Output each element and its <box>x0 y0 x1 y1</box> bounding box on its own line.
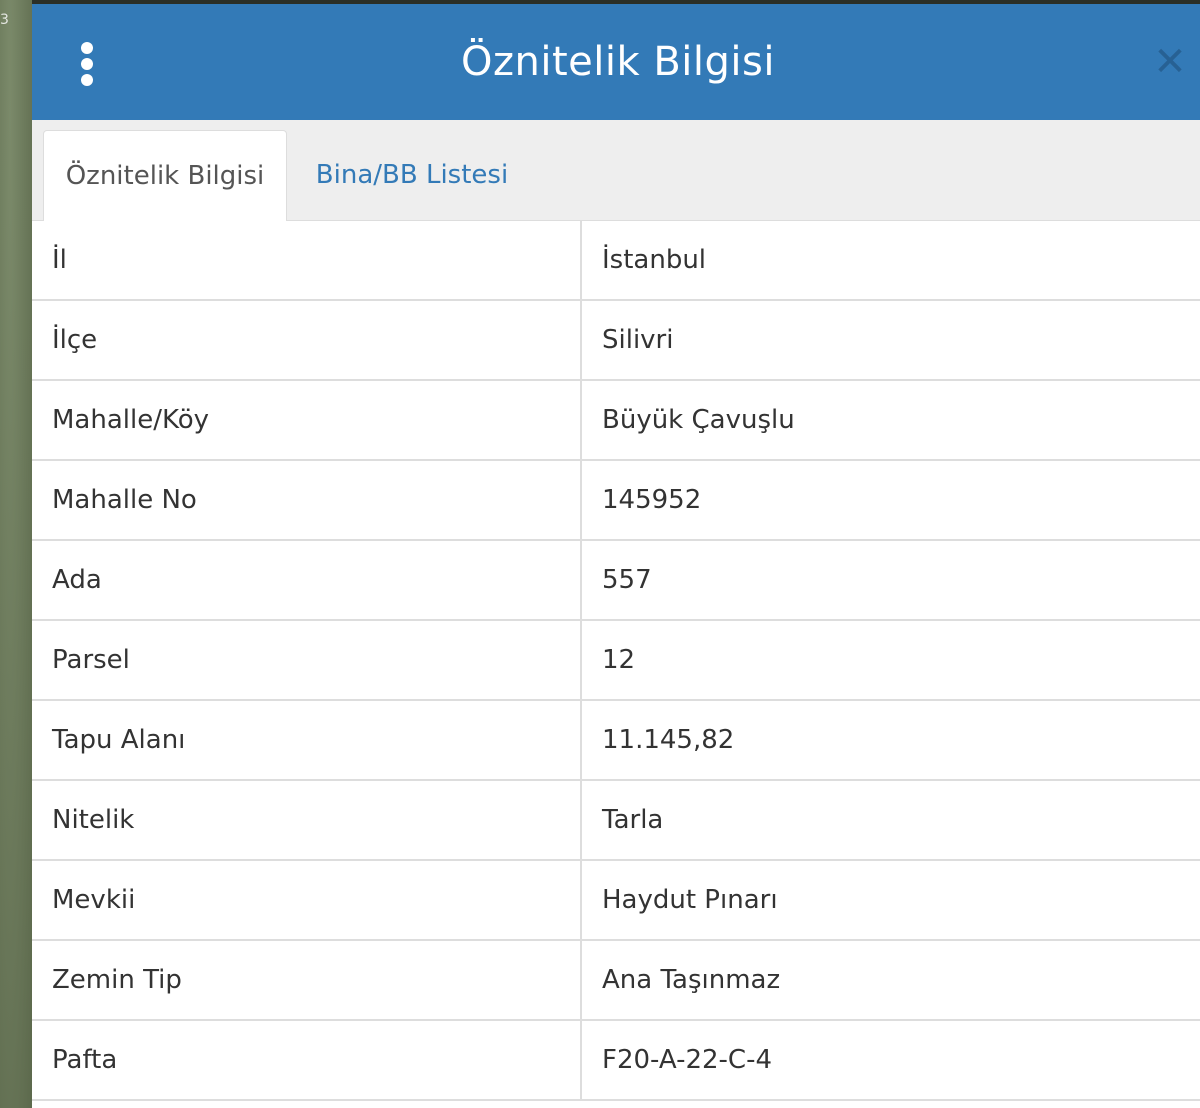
map-background[interactable]: 3 <box>0 0 32 1108</box>
attribute-label: İlçe <box>32 300 582 381</box>
attribute-label: Mahalle/Köy <box>32 380 582 461</box>
attribute-label: Zemin Tip <box>32 940 582 1021</box>
tab-bar: Öznitelik Bilgisi Bina/BB Listesi <box>32 120 1200 221</box>
tab-attribute-info[interactable]: Öznitelik Bilgisi <box>43 130 287 221</box>
menu-dot <box>81 58 93 70</box>
menu-dot <box>81 74 93 86</box>
attribute-value: 11.145,82 <box>581 700 1200 781</box>
table-row: Ada 557 <box>32 540 1200 621</box>
attribute-label: Tapu Alanı <box>32 700 582 781</box>
attribute-value: 145952 <box>581 460 1200 541</box>
table-row: İlçe Silivri <box>32 300 1200 381</box>
attribute-label: Nitelik <box>32 780 582 861</box>
attribute-value: Büyük Çavuşlu <box>581 380 1200 461</box>
attribute-value: 557 <box>581 540 1200 621</box>
table-row: Zemin Tip Ana Taşınmaz <box>32 940 1200 1021</box>
table-row: İl İstanbul <box>32 221 1200 301</box>
tab-building-list[interactable]: Bina/BB Listesi <box>302 130 522 220</box>
panel-title: Öznitelik Bilgisi <box>461 39 775 85</box>
menu-dot <box>81 42 93 54</box>
table-row: Parsel 12 <box>32 620 1200 701</box>
table-row: Mahalle No 145952 <box>32 460 1200 541</box>
panel-header: Öznitelik Bilgisi ✕ <box>32 4 1200 120</box>
table-row: Mevkii Haydut Pınarı <box>32 860 1200 941</box>
table-row: Nitelik Tarla <box>32 780 1200 861</box>
attribute-label: Mahalle No <box>32 460 582 541</box>
attribute-value: Silivri <box>581 300 1200 381</box>
attribute-value: 12 <box>581 620 1200 701</box>
attribute-value: Ana Taşınmaz <box>581 940 1200 1021</box>
attribute-label: Pafta <box>32 1020 582 1101</box>
attribute-value: Tarla <box>581 780 1200 861</box>
table-row: Mahalle/Köy Büyük Çavuşlu <box>32 380 1200 461</box>
close-icon[interactable]: ✕ <box>1152 42 1188 82</box>
kebab-menu-icon[interactable] <box>80 42 94 86</box>
attribute-label: Ada <box>32 540 582 621</box>
table-row: Pafta F20-A-22-C-4 <box>32 1020 1200 1101</box>
attribute-label: Mevkii <box>32 860 582 941</box>
attribute-value: F20-A-22-C-4 <box>581 1020 1200 1101</box>
attribute-value: Haydut Pınarı <box>581 860 1200 941</box>
attribute-label: İl <box>32 221 582 301</box>
attribute-table: İl İstanbul İlçe Silivri Mahalle/Köy Büy… <box>32 221 1200 1101</box>
attribute-info-panel: Öznitelik Bilgisi ✕ Öznitelik Bilgisi Bi… <box>32 4 1200 1108</box>
attribute-label: Parsel <box>32 620 582 701</box>
attribute-value: İstanbul <box>581 221 1200 301</box>
table-row: Tapu Alanı 11.145,82 <box>32 700 1200 781</box>
map-label: 3 <box>0 12 9 28</box>
